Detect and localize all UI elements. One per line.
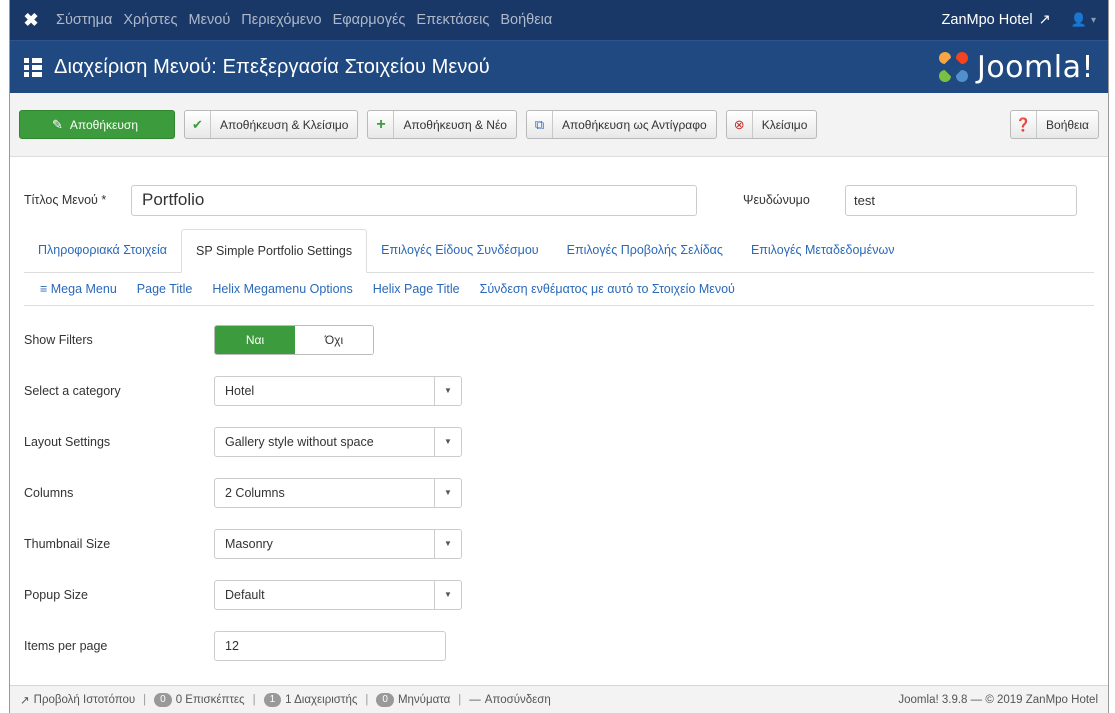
close-button[interactable]: ⊗ Κλείσιμο	[725, 110, 818, 139]
tab-metadata[interactable]: Επιλογές Μεταδεδομένων	[737, 228, 909, 272]
show-filters-row: Show Filters Ναι Όχι	[24, 314, 1094, 365]
close-circle-icon: ⊗	[727, 111, 753, 138]
tab-mega-menu[interactable]: ≡ Mega Menu	[24, 273, 127, 306]
thumbnail-select[interactable]: Masonry ▼	[214, 528, 462, 559]
title-input[interactable]: Portfolio	[131, 184, 697, 216]
visitors-badge: 0	[154, 692, 172, 707]
toolbar: ✎ Αποθήκευση ✔ Αποθήκευση & Κλείσιμο + Α…	[10, 93, 1108, 157]
menu-extensions[interactable]: Επεκτάσεις	[416, 12, 489, 28]
logout-link[interactable]: — Αποσύνδεση	[469, 694, 551, 706]
popup-row: Popup Size Default ▼	[24, 569, 1094, 620]
list-icon	[24, 57, 42, 77]
status-bar: ↗ Προβολή Ιστοτόπου | 0 0 Επισκέπτες | 1…	[10, 685, 1108, 713]
joomla-brand: Joomla!	[935, 49, 1094, 85]
category-select[interactable]: Hotel ▼	[214, 375, 462, 406]
admins-status: 1 1 Διαχειριστής	[263, 692, 357, 707]
copy-icon: ⧉	[527, 111, 553, 138]
plus-icon: +	[368, 111, 395, 138]
menu-menus[interactable]: Μενού	[189, 12, 231, 28]
admin-window: ✖ Σύστημα Χρήστες Μενού Περιεχόμενο Εφαρ…	[9, 0, 1109, 713]
chevron-down-icon: ▼	[434, 376, 461, 405]
help-button[interactable]: ❓ Βοήθεια	[1010, 110, 1099, 139]
show-filters-yes[interactable]: Ναι	[215, 325, 295, 354]
columns-label: Columns	[24, 485, 74, 500]
chevron-down-icon: ▼	[434, 580, 461, 609]
admins-badge: 1	[263, 692, 282, 707]
edit-icon: ✎	[51, 116, 63, 132]
tab-helix-page-title[interactable]: Helix Page Title	[363, 273, 470, 306]
joomla-logo-icon	[938, 52, 968, 82]
popup-select[interactable]: Default ▼	[214, 579, 462, 610]
show-filters-label: Show Filters	[24, 332, 93, 347]
chevron-down-icon[interactable]: ▾	[1091, 15, 1096, 26]
user-icon[interactable]: 👤	[1071, 12, 1087, 28]
visitors-status: 0 0 Επισκέπτες	[154, 692, 245, 707]
page-header: Διαχείριση Μενού: Επεξεργασία Στοιχείου …	[10, 40, 1108, 93]
tab-helix-megamenu[interactable]: Helix Megamenu Options	[202, 273, 362, 306]
system-menubar: ✖ Σύστημα Χρήστες Μενού Περιεχόμενο Εφαρ…	[10, 0, 1108, 40]
save-button[interactable]: ✎ Αποθήκευση	[19, 110, 175, 139]
chevron-down-icon: ▼	[434, 427, 461, 456]
save-close-button[interactable]: ✔ Αποθήκευση & Κλείσιμο	[184, 110, 359, 139]
items-label: Items per page	[24, 638, 108, 653]
tab-details[interactable]: Πληροφοριακά Στοιχεία	[24, 228, 181, 272]
tab-page-display[interactable]: Επιλογές Προβολής Σελίδας	[553, 228, 737, 272]
joomla-icon[interactable]: ✖	[20, 9, 42, 31]
chevron-down-icon: ▼	[434, 529, 461, 558]
minus-icon: —	[469, 693, 481, 706]
messages-badge: 0	[376, 692, 394, 707]
columns-row: Columns 2 Columns ▼	[24, 467, 1094, 518]
title-label: Τίτλος Μενού *	[24, 193, 107, 207]
title-row: Τίτλος Μενού * Portfolio Ψευδώνυμο test	[24, 184, 1094, 216]
tab-bar-secondary: ≡ Mega Menu Page Title Helix Megamenu Op…	[24, 273, 1094, 306]
category-row: Select a category Hotel ▼	[24, 365, 1094, 416]
menu-components[interactable]: Εφαρμογές	[333, 12, 406, 28]
portfolio-settings: Show Filters Ναι Όχι Select a category H…	[24, 314, 1094, 671]
menu-system[interactable]: Σύστημα	[56, 12, 112, 28]
category-label: Select a category	[24, 383, 121, 398]
external-link-icon: ↗	[1038, 12, 1051, 28]
chevron-down-icon: ▼	[434, 478, 461, 507]
brand-wordmark: Joomla!	[976, 49, 1094, 85]
menu-users[interactable]: Χρήστες	[123, 12, 177, 28]
alias-input[interactable]: test	[845, 184, 1077, 216]
items-row: Items per page 12	[24, 620, 1094, 671]
tab-portfolio-settings[interactable]: SP Simple Portfolio Settings	[181, 229, 368, 273]
thumbnail-row: Thumbnail Size Masonry ▼	[24, 518, 1094, 569]
save-new-button[interactable]: + Αποθήκευση & Νέο	[367, 110, 517, 139]
external-link-icon: ↗	[20, 694, 30, 707]
save-copy-button[interactable]: ⧉ Αποθήκευση ως Αντίγραφο	[525, 110, 717, 139]
tab-module-assignment[interactable]: Σύνδεση ενθέματος με αυτό το Στοιχείο Με…	[470, 273, 745, 306]
site-link[interactable]: ZanMpo Hotel ↗	[942, 12, 1051, 28]
menu-content[interactable]: Περιεχόμενο	[241, 12, 321, 28]
site-name: ZanMpo Hotel	[941, 12, 1033, 28]
alias-label: Ψευδώνυμο	[743, 193, 810, 207]
items-per-page-input[interactable]: 12	[214, 630, 446, 661]
question-icon: ❓	[1011, 111, 1038, 138]
page-title: Διαχείριση Μενού: Επεξεργασία Στοιχείου …	[54, 55, 490, 78]
tab-link-type[interactable]: Επιλογές Είδους Συνδέσμου	[367, 228, 552, 272]
tab-page-title[interactable]: Page Title	[127, 273, 203, 306]
menu-help[interactable]: Βοήθεια	[500, 12, 552, 28]
version-info: Joomla! 3.9.8 — © 2019 ZanMpo Hotel	[898, 693, 1098, 706]
check-icon: ✔	[185, 111, 211, 138]
tab-bar-primary: Πληροφοριακά Στοιχεία SP Simple Portfoli…	[24, 229, 1094, 273]
layout-select[interactable]: Gallery style without space ▼	[214, 426, 462, 457]
thumbnail-label: Thumbnail Size	[24, 536, 111, 551]
show-filters-no[interactable]: Όχι	[295, 325, 373, 354]
messages-link[interactable]: 0 Μηνύματα	[376, 692, 450, 707]
layout-label: Layout Settings	[24, 434, 111, 449]
popup-label: Popup Size	[24, 587, 88, 602]
columns-select[interactable]: 2 Columns ▼	[214, 477, 462, 508]
show-filters-toggle: Ναι Όχι	[214, 324, 374, 355]
view-site-link[interactable]: ↗ Προβολή Ιστοτόπου	[20, 693, 135, 707]
edit-form: Τίτλος Μενού * Portfolio Ψευδώνυμο test …	[10, 184, 1108, 671]
layout-row: Layout Settings Gallery style without sp…	[24, 416, 1094, 467]
